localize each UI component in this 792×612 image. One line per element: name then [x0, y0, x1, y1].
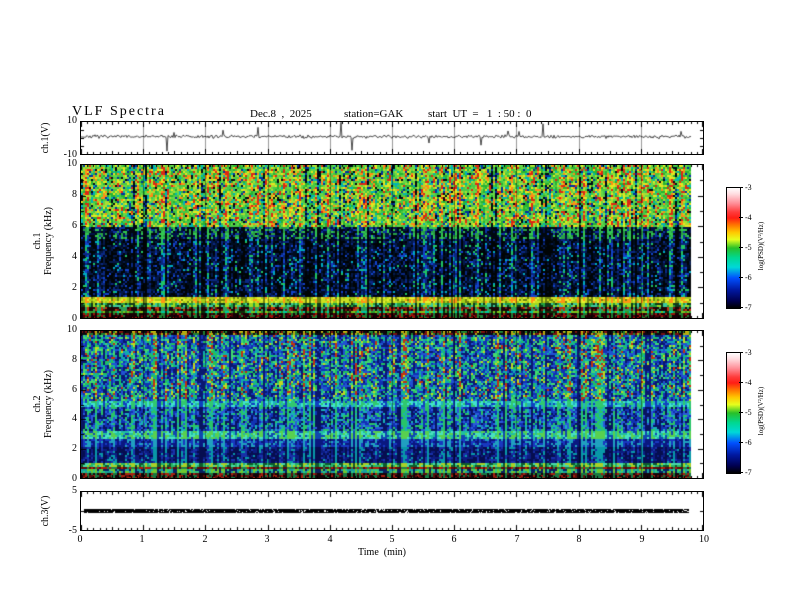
time-tick-label: 9	[639, 534, 645, 545]
panel-ch1-spectrogram	[80, 164, 704, 319]
ch1-spec-ytick-label: 10	[67, 158, 77, 169]
ch3-wave-ytick-label: 5	[72, 485, 77, 496]
time-tick-label: 5	[389, 534, 395, 545]
page-title: VLF Spectra	[72, 104, 166, 119]
ch2-spec-ytick-label: 0	[72, 473, 77, 484]
colorbar-tick	[739, 442, 743, 443]
colorbar-2	[726, 352, 741, 474]
colorbar-tick-label: -6	[745, 438, 752, 447]
colorbar-tick-label: -5	[745, 243, 752, 252]
ch1-spec-ytick-label: 0	[72, 313, 77, 324]
header-station: station=GAK	[344, 108, 404, 120]
colorbar-tick	[739, 412, 743, 413]
ylabel-ch2-freq-units: Frequency (kHz)	[43, 369, 54, 439]
ch3-waveform-canvas	[81, 492, 703, 530]
time-tick-label: 4	[327, 534, 333, 545]
colorbar-tick-label: -5	[745, 408, 752, 417]
ylabel-ch1-channel: ch.1	[32, 232, 43, 250]
colorbar-tick	[739, 277, 743, 278]
colorbar-tick-label: -4	[745, 213, 752, 222]
colorbar-tick-label: -7	[745, 303, 752, 312]
time-tick-label: 7	[514, 534, 520, 545]
ch2-spec-ytick-label: 2	[72, 443, 77, 454]
header-date: Dec.8 , 2025	[250, 108, 312, 120]
time-tick-label: 1	[139, 534, 145, 545]
ch2-spectrogram-canvas	[81, 331, 703, 478]
time-axis-label: Time (min)	[358, 547, 406, 558]
time-tick-label: 8	[576, 534, 582, 545]
colorbar-tick	[739, 217, 743, 218]
ylabel-ch2-channel: ch.2	[32, 395, 43, 413]
time-tick-label: 0	[77, 534, 83, 545]
colorbar-tick-label: -3	[745, 348, 752, 357]
time-tick-label: 2	[202, 534, 208, 545]
ch1-wave-ytick-label: 10	[67, 115, 77, 126]
colorbar-tick	[739, 382, 743, 383]
ch2-spec-ytick-label: 8	[72, 354, 77, 365]
time-tick-label: 3	[264, 534, 270, 545]
ylabel-ch1-frequency: ch.1 Frequency (kHz)	[32, 161, 56, 321]
time-tick-label: 10	[699, 534, 709, 545]
colorbar-tick-label: -7	[745, 468, 752, 477]
ch1-spec-ytick-label: 6	[72, 220, 77, 231]
panel-ch3-waveform	[80, 491, 704, 531]
ch2-spec-ytick-label: 10	[67, 324, 77, 335]
colorbar-tick-label: -4	[745, 378, 752, 387]
ch2-spec-ytick-label: 4	[72, 413, 77, 424]
colorbar-tick	[739, 187, 743, 188]
vlf-spectra-figure: VLF Spectra Dec.8 , 2025 station=GAK sta…	[0, 0, 792, 612]
colorbar-tick-label: -6	[745, 273, 752, 282]
colorbar-tick	[739, 472, 743, 473]
ylabel-ch1-freq-units: Frequency (kHz)	[43, 206, 54, 276]
colorbar-1	[726, 187, 741, 309]
panel-ch2-spectrogram	[80, 330, 704, 479]
ylabel-ch2-frequency: ch.2 Frequency (kHz)	[32, 324, 56, 484]
header-start-ut: start UT = 1 : 50 : 0	[428, 108, 532, 120]
ch2-spec-ytick-label: 6	[72, 384, 77, 395]
ch1-spec-ytick-label: 2	[72, 282, 77, 293]
ch1-spectrogram-canvas	[81, 165, 703, 318]
colorbar-tick	[739, 352, 743, 353]
colorbar-tick	[739, 307, 743, 308]
ch1-spec-ytick-label: 8	[72, 189, 77, 200]
colorbar-tick	[739, 247, 743, 248]
time-tick-label: 6	[451, 534, 457, 545]
ch1-spec-ytick-label: 4	[72, 251, 77, 262]
ch1-waveform-canvas	[81, 122, 703, 154]
panel-ch1-waveform	[80, 121, 704, 155]
colorbar-tick-label: -3	[745, 183, 752, 192]
